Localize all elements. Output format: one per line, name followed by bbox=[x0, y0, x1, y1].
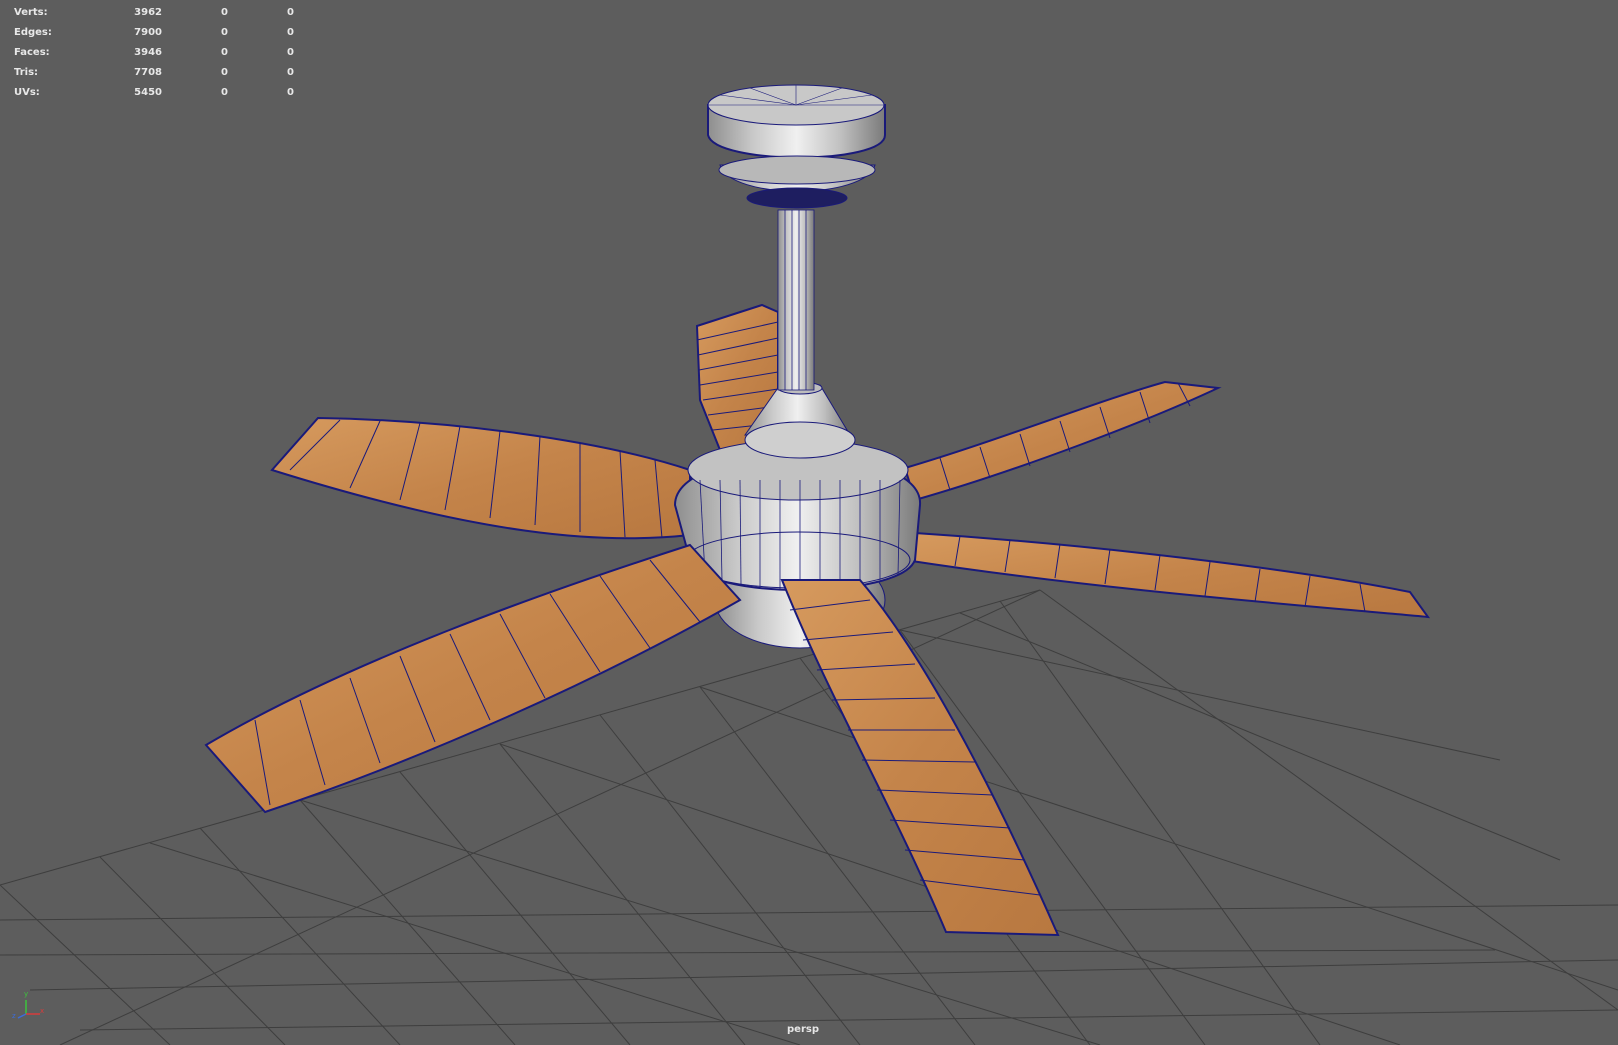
hud-value: 3962 bbox=[134, 6, 162, 18]
hud-value: 0 bbox=[221, 26, 228, 38]
camera-name-label: persp bbox=[787, 1024, 819, 1035]
hud-label: UVs: bbox=[14, 86, 40, 98]
hud-value: 7708 bbox=[134, 66, 162, 78]
axis-x-label: x bbox=[40, 1007, 45, 1015]
fan-blade-right-upper bbox=[903, 380, 1222, 502]
hud-label: Verts: bbox=[14, 6, 48, 18]
fan-blade-right bbox=[903, 531, 1431, 619]
fan-blade-front-left bbox=[204, 543, 742, 814]
hud-value: 0 bbox=[221, 86, 228, 98]
hud-value: 5450 bbox=[134, 86, 162, 98]
hud-value: 0 bbox=[221, 6, 228, 18]
axis-y-label: y bbox=[24, 990, 29, 998]
hud-value: 0 bbox=[221, 66, 228, 78]
poly-count-hud: Verts: 3962 0 0 Edges: 7900 0 0 Faces: 3… bbox=[14, 2, 294, 102]
fan-blade-left bbox=[270, 416, 691, 540]
hud-label: Faces: bbox=[14, 46, 50, 58]
hud-value: 3946 bbox=[134, 46, 162, 58]
hud-value: 0 bbox=[287, 26, 294, 38]
hud-label: Edges: bbox=[14, 26, 52, 38]
hud-value: 0 bbox=[287, 6, 294, 18]
hud-row-edges: Edges: 7900 0 0 bbox=[14, 22, 294, 42]
viewport-3d[interactable] bbox=[0, 0, 1618, 1045]
floor-grid bbox=[0, 589, 1618, 1045]
ceiling-canopy bbox=[707, 84, 886, 209]
hud-row-faces: Faces: 3946 0 0 bbox=[14, 42, 294, 62]
hud-row-uvs: UVs: 5450 0 0 bbox=[14, 82, 294, 102]
hud-row-verts: Verts: 3962 0 0 bbox=[14, 2, 294, 22]
down-rod bbox=[777, 209, 815, 391]
hud-value: 0 bbox=[287, 66, 294, 78]
axis-z-label: z bbox=[12, 1012, 16, 1020]
hud-value: 0 bbox=[287, 86, 294, 98]
hud-value: 0 bbox=[221, 46, 228, 58]
hud-value: 0 bbox=[287, 46, 294, 58]
hud-row-tris: Tris: 7708 0 0 bbox=[14, 62, 294, 82]
hud-value: 7900 bbox=[134, 26, 162, 38]
hud-label: Tris: bbox=[14, 66, 39, 78]
fan-blade-front-lower bbox=[780, 579, 1060, 937]
